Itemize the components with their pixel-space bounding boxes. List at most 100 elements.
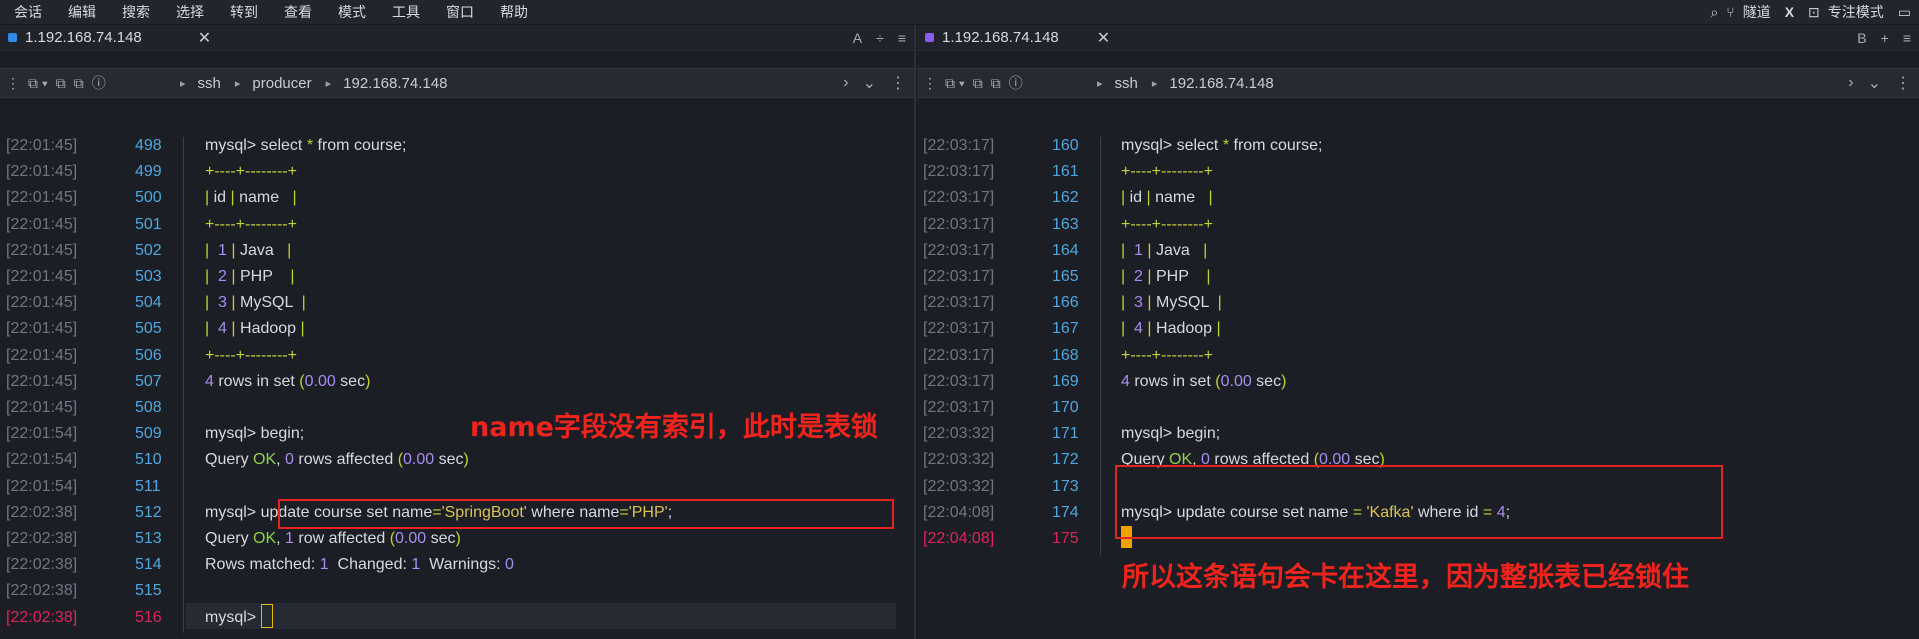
terminal-text: 4 rows in set (0.00 sec)	[1121, 372, 1287, 390]
tab-title: 1.192.168.74.148	[25, 29, 142, 46]
line-number: 503	[135, 268, 162, 285]
line-number: 514	[135, 556, 162, 574]
session-color-icon	[8, 33, 17, 42]
clone-icon[interactable]: ⧉	[74, 75, 84, 92]
terminal-pane-left: 1.192.168.74.148 ✕ A ÷ ≡ ⋮ ⧉ ▾ ⧉ ⧉ ⓘ ▸ s…	[0, 25, 916, 639]
line-number: 505	[135, 320, 162, 338]
menu-edit[interactable]: 编辑	[54, 2, 108, 22]
menu-mode[interactable]: 模式	[324, 2, 378, 22]
crumb-ip[interactable]: 192.168.74.148	[343, 75, 447, 92]
line-number: 507	[135, 372, 162, 390]
menu-goto[interactable]: 转到	[216, 2, 270, 22]
cursor	[260, 603, 273, 628]
line-number: 169	[1052, 372, 1079, 390]
more-icon[interactable]: ⋮	[1895, 73, 1911, 93]
menu-session[interactable]: 会话	[0, 2, 54, 22]
line-number: 513	[135, 530, 162, 547]
terminal-line: [22:01:45] 503 | 2 | PHP |	[0, 264, 914, 290]
menu-view[interactable]: 查看	[270, 2, 324, 22]
tab-bar-left: 1.192.168.74.148 ✕ A ÷ ≡	[0, 25, 914, 51]
terminal-line: [22:02:38] 515	[0, 578, 914, 604]
terminal-text: | 4 | Hadoop |	[1121, 320, 1221, 338]
info-icon[interactable]: ⓘ	[92, 73, 106, 93]
chevron-down-icon[interactable]: ⌄	[863, 73, 876, 93]
terminal-text: | 1 | Java |	[1121, 241, 1208, 259]
timestamp: [22:03:32]	[923, 425, 995, 443]
clone-icon[interactable]: ⧉	[991, 75, 1001, 92]
timestamp: [22:03:17]	[923, 399, 995, 416]
line-number: 161	[1052, 163, 1079, 181]
terminal-text: | id | name |	[1121, 189, 1213, 207]
line-number: 174	[1052, 503, 1079, 521]
focus-mode-button[interactable]: 专注模式	[1828, 2, 1884, 22]
menu-icon[interactable]: ≡	[898, 30, 906, 46]
tab-session-left[interactable]: 1.192.168.74.148 ✕	[8, 25, 211, 50]
chevron-down-icon[interactable]: ⌄	[1868, 73, 1881, 93]
menu-select[interactable]: 选择	[162, 2, 216, 22]
toolbar-left: ⋮ ⧉ ▾ ⧉ ⧉ ⓘ ▸ ssh ▸ producer ▸ 192.168.7…	[0, 68, 914, 98]
crumb-ssh[interactable]: ssh	[198, 75, 221, 92]
terminal-text: | 1 | Java |	[205, 241, 292, 259]
info-icon[interactable]: ⓘ	[1009, 73, 1023, 93]
terminal-text: +----+--------+	[1121, 215, 1213, 233]
crumb-ip[interactable]: 192.168.74.148	[1169, 75, 1273, 92]
tunnel-button[interactable]: 隧道	[1743, 2, 1771, 22]
timestamp: [22:01:45]	[6, 399, 78, 416]
drag-handle-icon[interactable]: ⋮	[6, 75, 20, 92]
menu-search[interactable]: 搜索	[108, 2, 162, 22]
menu-right: ⌕ ⑂ 隧道 X ⊡ 专注模式 ▭	[1710, 0, 1919, 24]
forward-icon[interactable]: ›	[843, 74, 848, 92]
close-tab-icon[interactable]: ✕	[198, 28, 211, 48]
menu-window[interactable]: 窗口	[432, 2, 486, 22]
breadcrumb: ▸ ssh ▸ producer ▸ 192.168.74.148	[180, 69, 447, 97]
timestamp: [22:03:17]	[923, 320, 995, 338]
timestamp: [22:04:08]	[923, 503, 995, 521]
crumb-ssh[interactable]: ssh	[1115, 75, 1138, 92]
annotation-right: 所以这条语句会卡在这里，因为整张表已经锁住	[1122, 562, 1689, 593]
timestamp: [22:01:45]	[6, 189, 78, 207]
layout-icon[interactable]: ▭	[1898, 4, 1911, 21]
drag-handle-icon[interactable]: ⋮	[923, 75, 937, 92]
more-icon[interactable]: ⋮	[890, 73, 906, 93]
terminal-text: mysql> select * from course;	[1121, 137, 1323, 154]
add-icon[interactable]: +	[1881, 30, 1889, 46]
menu-help[interactable]: 帮助	[486, 2, 540, 22]
search-icon[interactable]: ⌕	[1710, 4, 1718, 21]
line-number: 498	[135, 137, 162, 154]
terminal-line: [22:01:45] 504 | 3 | MySQL |	[0, 290, 914, 316]
new-tab-icon[interactable]: ⧉ ▾	[945, 75, 965, 92]
terminal-text: +----+--------+	[205, 163, 297, 181]
line-number: 506	[135, 346, 162, 364]
terminal-text: +----+--------+	[1121, 346, 1213, 364]
timestamp: [22:03:17]	[923, 215, 995, 233]
terminal-text: +----+--------+	[205, 346, 297, 364]
line-number: 508	[135, 399, 162, 416]
terminal-line: [22:02:38] 514 Rows matched: 1 Changed: 1 …	[0, 552, 914, 578]
line-number: 504	[135, 294, 162, 312]
timestamp: [22:03:17]	[923, 294, 995, 312]
split-icon[interactable]: ÷	[876, 30, 884, 46]
duplicate-icon[interactable]: ⧉	[56, 75, 66, 92]
tab-title: 1.192.168.74.148	[942, 29, 1059, 46]
terminal-line: [22:01:45] 506 +----+--------+	[0, 343, 914, 369]
menu-icon[interactable]: ≡	[1903, 30, 1911, 46]
forward-icon[interactable]: ›	[1848, 74, 1853, 92]
line-number: 510	[135, 451, 162, 469]
timestamp: [22:01:45]	[6, 294, 78, 312]
duplicate-icon[interactable]: ⧉	[973, 75, 983, 92]
timestamp: [22:01:54]	[6, 451, 78, 469]
terminal-line: [22:02:38] 513 Query OK, 1 row affected (0…	[0, 526, 914, 552]
close-tab-icon[interactable]: ✕	[1097, 28, 1110, 48]
new-tab-icon[interactable]: ⧉ ▾	[28, 75, 48, 92]
terminal-line: [22:03:17] 167 | 4 | Hadoop |	[917, 316, 1919, 342]
line-number: 509	[135, 425, 162, 443]
timestamp: [22:01:54]	[6, 425, 78, 443]
menu-tools[interactable]: 工具	[378, 2, 432, 22]
terminal-text: | 3 | MySQL |	[1121, 294, 1222, 312]
terminal-line: [22:03:17] 160 mysql> select * from course…	[917, 133, 1919, 159]
crumb-host-name[interactable]: producer	[252, 75, 311, 92]
terminal-text: | 2 | PHP |	[205, 268, 295, 285]
tab-session-right[interactable]: 1.192.168.74.148 ✕	[925, 25, 1110, 50]
timestamp: [22:03:17]	[923, 163, 995, 181]
x-button[interactable]: X	[1785, 4, 1794, 20]
